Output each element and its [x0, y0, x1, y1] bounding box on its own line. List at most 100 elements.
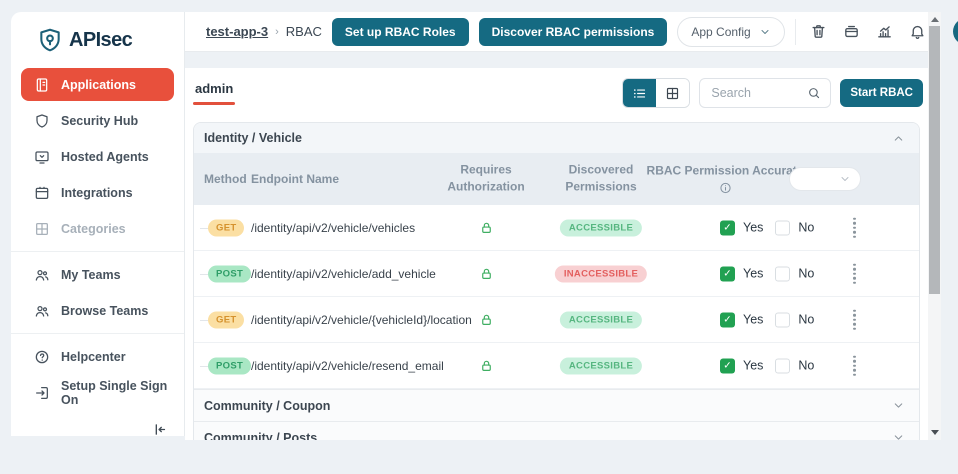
- sidebar-item-my-teams[interactable]: My Teams: [21, 258, 174, 291]
- row-menu-kebab-icon[interactable]: [850, 306, 859, 333]
- chevron-down-icon: [759, 26, 771, 38]
- sidebar-item-label: Setup Single Sign On: [61, 378, 168, 407]
- breadcrumb-current: RBAC: [285, 24, 322, 39]
- hosted-agents-icon: [34, 149, 50, 165]
- method-badge: GET: [208, 311, 245, 328]
- no-checkbox[interactable]: [775, 358, 791, 373]
- column-endpoint-name: Endpoint Name: [251, 172, 340, 186]
- row-menu-kebab-icon[interactable]: [850, 260, 859, 287]
- no-label: No: [798, 312, 815, 327]
- rbac-accurate-group: Yes No: [720, 220, 818, 235]
- sidebar-item-hosted-agents[interactable]: Hosted Agents: [21, 140, 174, 173]
- breadcrumb-app-link[interactable]: test-app-3: [206, 24, 268, 39]
- permission-badge: INACCESSIBLE: [554, 265, 648, 282]
- accurate-filter-select[interactable]: [789, 167, 861, 191]
- my-teams-icon: [34, 267, 50, 283]
- endpoint-name: /identity/api/v2/vehicle/vehicles: [251, 220, 416, 235]
- sidebar-item-security-hub[interactable]: Security Hub: [21, 104, 174, 137]
- sidebar-item-browse-teams[interactable]: Browse Teams: [21, 294, 174, 327]
- yes-checkbox[interactable]: [720, 312, 735, 327]
- grid-view-button[interactable]: [656, 79, 690, 107]
- chevron-down-icon[interactable]: [892, 399, 905, 412]
- sidebar-item-categories[interactable]: Categories: [21, 212, 174, 245]
- scrollbar-thumb[interactable]: [929, 26, 940, 294]
- endpoint-row: POST /identity/api/v2/vehicle/add_vehicl…: [194, 251, 919, 297]
- sidebar-item-label: Applications: [61, 77, 137, 92]
- sidebar-item-label: My Teams: [61, 267, 121, 282]
- collapsed-section-title: Community / Posts: [204, 430, 318, 441]
- start-rbac-button[interactable]: Start RBAC: [840, 79, 923, 107]
- sidebar-item-integrations[interactable]: Integrations: [21, 176, 174, 209]
- scroll-up-arrow[interactable]: [930, 17, 939, 22]
- lock-icon: [479, 266, 494, 281]
- sidebar-item-label: Browse Teams: [61, 303, 149, 318]
- user-menu[interactable]: M Manikanta ADMIN: [952, 17, 958, 45]
- rbac-accurate-group: Yes No: [720, 312, 818, 327]
- method-badge: POST: [208, 357, 252, 374]
- no-checkbox[interactable]: [775, 312, 791, 327]
- collapse-sidebar-icon[interactable]: [151, 421, 168, 438]
- analytics-icon[interactable]: [876, 23, 893, 40]
- app-window: APIsec Applications Security Hub Hosted …: [0, 0, 958, 474]
- endpoint-row: GET /identity/api/v2/vehicle/vehicles AC…: [194, 205, 919, 251]
- sidebar-collapse-row: [11, 412, 184, 438]
- no-label: No: [798, 358, 815, 373]
- method-badge: GET: [208, 219, 245, 236]
- yes-label: Yes: [743, 358, 764, 373]
- yes-checkbox[interactable]: [720, 220, 735, 235]
- endpoint-row: POST /identity/api/v2/vehicle/resend_ema…: [194, 343, 919, 389]
- avatar[interactable]: M: [952, 18, 958, 45]
- collapsed-sections: Community / Coupon Community / Posts: [194, 389, 919, 440]
- row-menu-kebab-icon[interactable]: [850, 352, 859, 379]
- row-menu-kebab-icon[interactable]: [850, 214, 859, 241]
- permission-badge: ACCESSIBLE: [559, 311, 643, 328]
- column-rbac-label: RBAC Permission Accurate: [646, 163, 804, 178]
- no-checkbox[interactable]: [775, 220, 791, 235]
- archive-icon[interactable]: [843, 23, 860, 40]
- sidebar-item-applications[interactable]: Applications: [21, 68, 174, 101]
- toolbar: Start RBAC: [622, 78, 923, 108]
- collapsed-section[interactable]: Community / Coupon: [194, 389, 919, 421]
- lock-icon: [479, 220, 494, 235]
- rbac-accurate-group: Yes No: [720, 358, 818, 373]
- header-icon-group: [806, 23, 930, 40]
- chevron-down-icon[interactable]: [892, 431, 905, 440]
- tab-admin[interactable]: admin: [193, 81, 236, 105]
- search-input[interactable]: [709, 85, 802, 101]
- trash-icon[interactable]: [810, 23, 827, 40]
- app-config-dropdown[interactable]: App Config: [677, 16, 785, 47]
- no-checkbox[interactable]: [775, 266, 791, 281]
- chevron-up-icon[interactable]: [892, 132, 905, 145]
- scrollbar[interactable]: [928, 12, 941, 440]
- list-view-button[interactable]: [623, 79, 657, 107]
- info-icon[interactable]: [719, 182, 732, 195]
- column-requires-authorization: Requires Authorization: [447, 162, 525, 194]
- identity-vehicle-card: Identity / Vehicle Method Endpoint Name …: [193, 122, 920, 440]
- endpoint-name: /identity/api/v2/vehicle/add_vehicle: [251, 266, 436, 281]
- security-hub-icon: [34, 113, 50, 129]
- section-header[interactable]: Identity / Vehicle: [194, 123, 919, 153]
- notifications-icon[interactable]: [909, 23, 926, 40]
- discover-rbac-permissions-button[interactable]: Discover RBAC permissions: [478, 17, 668, 46]
- helpcenter-icon: [34, 349, 50, 365]
- yes-label: Yes: [743, 220, 764, 235]
- sidebar-divider: [11, 251, 184, 252]
- sidebar-item-helpcenter[interactable]: Helpcenter: [21, 340, 174, 373]
- lock-icon: [479, 358, 494, 373]
- sidebar-item-setup-single-sign-on[interactable]: Setup Single Sign On: [21, 376, 174, 409]
- section-title: Identity / Vehicle: [204, 131, 302, 145]
- collapsed-section[interactable]: Community / Posts: [194, 421, 919, 440]
- table-header: Method Endpoint Name Requires Authorizat…: [194, 153, 919, 205]
- setup-rbac-roles-button[interactable]: Set up RBAC Roles: [331, 17, 469, 46]
- yes-checkbox[interactable]: [720, 358, 735, 373]
- list-view-icon: [632, 86, 647, 101]
- yes-checkbox[interactable]: [720, 266, 735, 281]
- permission-badge: ACCESSIBLE: [559, 357, 643, 374]
- grid-view-icon: [665, 86, 680, 101]
- search-icon[interactable]: [807, 86, 821, 100]
- no-label: No: [798, 266, 815, 281]
- scroll-down-arrow[interactable]: [930, 430, 939, 435]
- method-badge: POST: [208, 265, 252, 282]
- chevron-down-icon: [839, 173, 851, 185]
- logo-text: APIsec: [69, 28, 133, 51]
